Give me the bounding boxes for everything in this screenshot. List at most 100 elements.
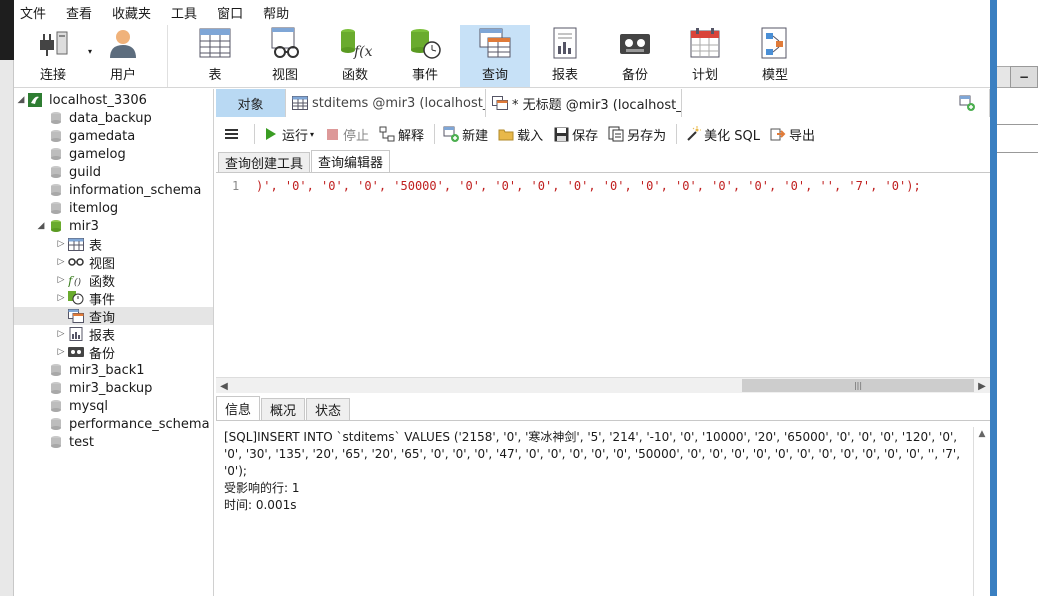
minimize-icon[interactable]: − [1010,66,1038,88]
scroll-left-icon[interactable]: ◀ [216,378,232,394]
tree-item-backups[interactable]: ▷ 备份 [14,343,213,362]
tree-item-database[interactable]: guild [14,163,213,181]
tree-item-database[interactable]: gamelog [14,145,213,163]
scroll-thumb[interactable]: ||| [742,379,974,392]
tree-item-views[interactable]: ▷ 视图 [14,253,213,272]
new-button[interactable]: 新建 [443,125,488,144]
expand-toggle-icon[interactable]: ◢ [16,95,26,105]
tree-item-connection[interactable]: ◢ localhost_3306 [14,91,213,109]
tree-item-database[interactable]: test [14,433,213,451]
export-button[interactable]: 导出 [770,125,815,144]
svg-text:f(x): f(x) [353,44,372,60]
hamburger-menu-icon[interactable] [224,127,240,141]
tree-item-functions[interactable]: ▷ f() 函数 [14,271,213,290]
new-query-icon[interactable] [959,95,975,111]
menu-window[interactable]: 窗口 [215,3,255,22]
load-button[interactable]: 载入 [498,125,543,144]
database-icon [48,417,64,431]
tree-item-reports[interactable]: ▷ 报表 [14,325,213,344]
table-button[interactable]: 表 [180,25,250,87]
tree-item-database[interactable]: mir3_back1 [14,361,213,379]
tab-objects[interactable]: 对象 [216,89,286,117]
save-as-icon [608,126,624,142]
tree-item-label: 报表 [89,328,116,344]
tree-item-queries[interactable]: 查询 [14,307,213,326]
menu-file[interactable]: 文件 [18,3,58,22]
tree-item-label: test [69,434,94,450]
model-button[interactable]: 模型 [740,25,810,87]
view-button[interactable]: 视图 [250,25,320,87]
glasses-icon [268,26,302,60]
tree-item-label: 表 [89,238,103,254]
tree-item-label: gamedata [69,128,136,144]
menu-favorites[interactable]: 收藏夹 [110,3,163,22]
expand-toggle-icon[interactable]: ▷ [56,257,66,267]
result-tabs: 信息 概况 状态 [216,396,990,421]
query-window: 对象 stditems @mir3 (localhost_3... * 无标题 … [216,89,990,596]
tab-untitled-query[interactable]: * 无标题 @mir3 (localhost_3... [486,89,682,117]
tree-item-label: itemlog [69,200,119,216]
tab-overview[interactable]: 概况 [261,398,306,420]
backup-tape-icon [68,345,84,359]
expand-toggle-icon[interactable]: ◢ [36,221,46,231]
function-icon: f() [68,273,84,287]
query-button[interactable]: 查询 [460,25,530,87]
tab-info[interactable]: 信息 [216,396,261,420]
sql-code[interactable]: )', '0', '0', '0', '50000', '0', '0', '0… [256,179,921,193]
tab-query-builder[interactable]: 查询创建工具 [218,152,311,172]
background-window-strip [0,0,14,596]
expand-toggle-icon[interactable]: ▷ [56,329,66,339]
vertical-scrollbar[interactable]: ▲ [973,427,990,596]
folder-icon [498,126,514,142]
svg-text:(): () [74,277,82,287]
sql-editor[interactable]: 1 )', '0', '0', '0', '50000', '0', '0', … [216,173,990,377]
menu-tools[interactable]: 工具 [169,3,209,22]
tree-item-database[interactable]: performance_schema [14,415,213,433]
tree-item-database[interactable]: data_backup [14,109,213,127]
query-toolbar: 运行 ▾ 停止 解释 新建 载入 保存 另存为 美化 SQL 导出 [216,117,990,151]
horizontal-scrollbar[interactable]: ◀ ||| ▶ [216,377,990,393]
function-button[interactable]: f(x) 函数 [320,25,390,87]
expand-toggle-icon[interactable]: ▷ [56,293,66,303]
scroll-up-icon[interactable]: ▲ [974,429,990,439]
tree-item-database-mir3[interactable]: ◢ mir3 [14,217,213,235]
scroll-right-icon[interactable]: ▶ [974,378,990,394]
event-button[interactable]: 事件 [390,25,460,87]
calendar-icon [688,26,722,60]
tree-item-label: performance_schema [69,416,210,432]
tree-item-database[interactable]: information_schema [14,181,213,199]
user-button[interactable]: 用户 [88,25,158,87]
tree-item-database[interactable]: itemlog [14,199,213,217]
menu-bar: 文件 查看 收藏夹 工具 窗口 帮助 [14,0,990,24]
menu-view[interactable]: 查看 [64,3,104,22]
plug-icon [36,26,70,60]
table-icon [68,237,84,251]
database-icon [48,183,64,197]
tree-item-label: guild [69,164,101,180]
run-button[interactable]: 运行 ▾ [263,125,314,144]
tab-stditems[interactable]: stditems @mir3 (localhost_3... [286,89,486,117]
tab-status[interactable]: 状态 [306,398,351,420]
tree-item-tables[interactable]: ▷ 表 [14,235,213,254]
explain-icon [379,126,395,142]
tree-item-database[interactable]: mysql [14,397,213,415]
beautify-sql-button[interactable]: 美化 SQL [685,125,760,144]
line-number: 1 [232,179,240,193]
tab-query-editor[interactable]: 查询编辑器 [311,150,391,172]
expand-toggle-icon[interactable]: ▷ [56,239,66,249]
database-icon [48,129,64,143]
menu-help[interactable]: 帮助 [261,3,301,22]
connect-button[interactable]: 连接 ▾ [18,25,92,87]
tree-item-events[interactable]: ▷ 事件 [14,289,213,308]
expand-toggle-icon[interactable]: ▷ [56,275,66,285]
stop-button[interactable]: 停止 [324,125,369,144]
expand-toggle-icon[interactable]: ▷ [56,347,66,357]
report-button[interactable]: 报表 [530,25,600,87]
backup-button[interactable]: 备份 [600,25,670,87]
schedule-button[interactable]: 计划 [670,25,740,87]
explain-button[interactable]: 解释 [379,125,424,144]
save-as-button[interactable]: 另存为 [608,125,666,144]
tree-item-database[interactable]: gamedata [14,127,213,145]
save-button[interactable]: 保存 [553,125,598,144]
tree-item-database[interactable]: mir3_backup [14,379,213,397]
